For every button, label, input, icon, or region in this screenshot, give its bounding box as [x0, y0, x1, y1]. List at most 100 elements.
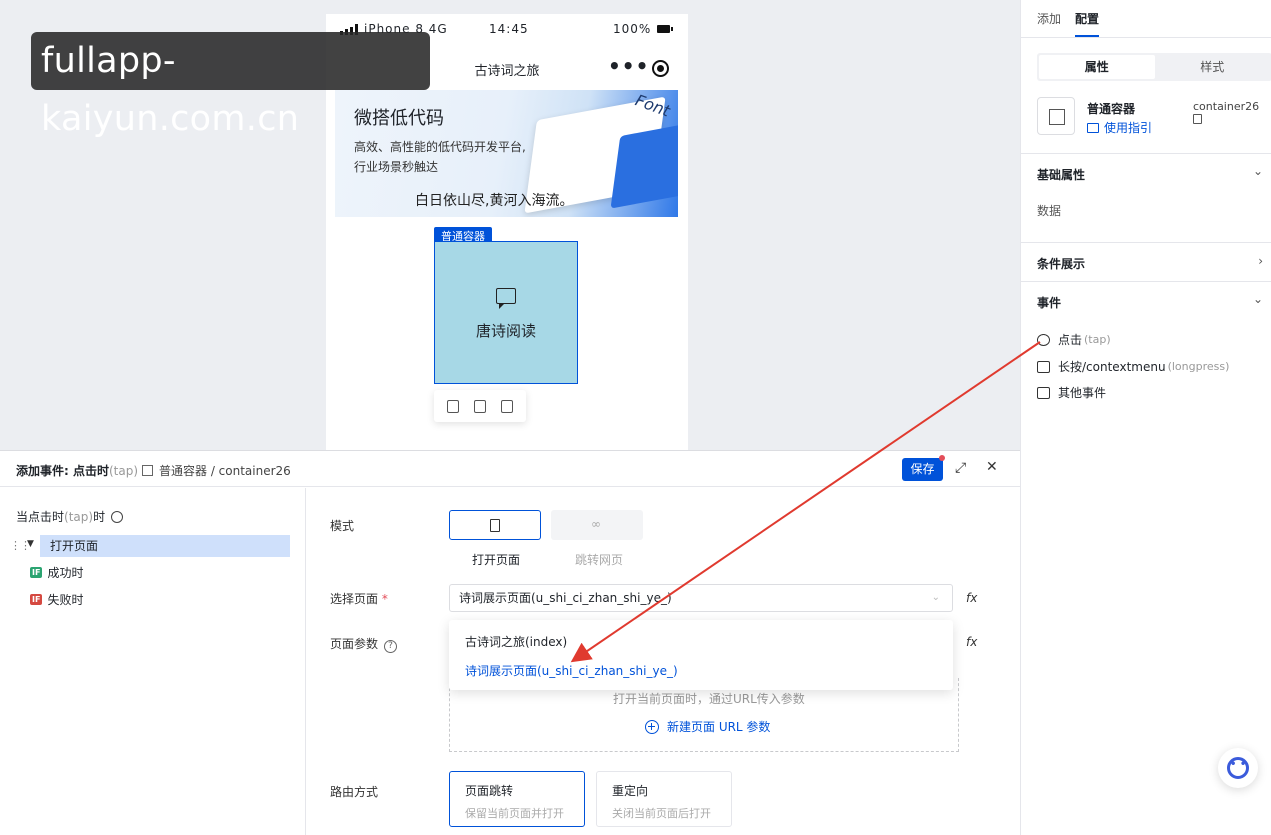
event-tap[interactable]: 点击 (tap): [1037, 331, 1111, 348]
branch-label: 成功时: [47, 566, 84, 580]
event-sub: (tap): [1084, 333, 1111, 346]
props-style-switch: 属性 样式: [1037, 53, 1271, 81]
route-desc: 关闭当前页面后打开: [612, 807, 711, 820]
fx-button[interactable]: fx: [966, 635, 977, 649]
battery-text: 100%: [613, 22, 652, 36]
page-select[interactable]: 诗词展示页面(u_shi_ci_zhan_shi_ye_) ⌄: [449, 584, 953, 612]
save-icon[interactable]: [447, 399, 460, 413]
battery-icon: [657, 25, 673, 33]
config-panel: 添加 配置 属性 样式 普通容器 container26 使用指引 基础属性 ⌄…: [1020, 0, 1271, 835]
event-label: 点击: [1058, 333, 1083, 347]
breadcrumb: 普通容器 / container26: [142, 462, 291, 479]
component-name: 普通容器: [1087, 102, 1136, 116]
document-icon: [490, 519, 500, 532]
close-icon[interactable]: ✕: [986, 459, 998, 475]
caret-down-icon[interactable]: ▼: [27, 539, 34, 549]
chevron-down-icon: ⌄: [931, 592, 940, 603]
params-label-text: 页面参数: [330, 637, 379, 651]
dropdown-option[interactable]: 古诗词之旅(index): [465, 633, 567, 650]
dialog-title-sub: (tap): [108, 464, 139, 478]
params-hint: 打开当前页面时，通过URL传入参数: [613, 692, 805, 706]
tree-root-text: 当点击时: [16, 510, 65, 524]
page-select-label: 选择页面 *: [330, 590, 388, 607]
panel-tabs: 添加 配置: [1037, 10, 1100, 37]
page-select-label-text: 选择页面: [330, 592, 379, 606]
tap-icon: [1037, 333, 1050, 346]
save-button[interactable]: 保存: [902, 458, 943, 481]
book-icon: [1087, 123, 1099, 133]
mode-open-page-card[interactable]: [449, 510, 541, 540]
if-fail-tag: IF: [30, 594, 43, 605]
dropdown-option-selected[interactable]: 诗词展示页面(u_shi_ci_zhan_shi_ye_): [465, 662, 678, 679]
mode-label: 模式: [330, 519, 355, 533]
segment-style[interactable]: 样式: [1155, 55, 1271, 79]
container-label: 唐诗阅读: [475, 322, 536, 340]
route-redirect-card[interactable]: 重定向 关闭当前页面后打开: [596, 771, 732, 827]
assistant-bot-icon[interactable]: [1218, 748, 1258, 788]
dialog-title: 添加事件: 点击时(tap): [16, 462, 138, 479]
guide-link[interactable]: 使用指引: [1087, 119, 1152, 136]
tree-branch-success[interactable]: IF 成功时: [30, 564, 83, 581]
params-label: 页面参数?: [330, 635, 398, 653]
calendar-icon: [1037, 360, 1050, 373]
capsule-close-icon[interactable]: [652, 60, 669, 77]
expand-icon[interactable]: ⤢: [955, 460, 966, 476]
container-icon: [142, 465, 153, 476]
event-label: 长按/contextmenu: [1058, 360, 1166, 374]
gear-icon[interactable]: [111, 510, 124, 523]
tree-root: 当点击时(tap)时: [16, 508, 124, 525]
component-toolbar: [434, 390, 526, 422]
divider: [1021, 153, 1271, 154]
component-id-text: container26: [1193, 100, 1260, 113]
add-param-text: 新建页面 URL 参数: [667, 720, 771, 734]
page-select-value: 诗词展示页面(u_shi_ci_zhan_shi_ye_): [459, 591, 672, 605]
section-basic-props[interactable]: 基础属性: [1037, 166, 1085, 183]
link-icon: ∞: [591, 517, 601, 531]
more-icon[interactable]: •••: [608, 54, 649, 78]
section-events[interactable]: 事件: [1037, 294, 1061, 311]
fx-button[interactable]: fx: [966, 591, 977, 605]
banner-desc-line1: 高效、高性能的低代码开发平台,: [354, 140, 526, 154]
tab-add[interactable]: 添加: [1037, 10, 1061, 37]
event-sub: (longpress): [1167, 360, 1230, 373]
banner-desc-line2: 行业场景秒触达: [354, 160, 439, 174]
banner-poem: 白日依山尽,黄河入海流。: [415, 193, 574, 209]
route-navigate-card[interactable]: 页面跳转 保留当前页面并打开: [449, 771, 585, 827]
watermark: fullapp-kaiyun.com.cn: [31, 32, 430, 139]
selected-container[interactable]: 唐诗阅读: [434, 241, 578, 384]
event-flow-tree: 当点击时(tap)时 ⋮⋮ ▼ 打开页面 IF 成功时 IF 失败时: [0, 488, 306, 835]
tree-branch-fail[interactable]: IF 失败时: [30, 591, 83, 608]
breadcrumb-text: 普通容器 / container26: [159, 464, 291, 478]
event-longpress[interactable]: 长按/contextmenu (longpress): [1037, 358, 1229, 375]
banner-image[interactable]: Font 微搭低代码 高效、高性能的低代码开发平台, 行业场景秒触达 白日依山尽…: [335, 90, 678, 217]
route-title: 页面跳转: [465, 784, 514, 798]
status-time: 14:45: [489, 22, 529, 36]
section-condition[interactable]: 条件展示: [1037, 255, 1085, 272]
help-icon[interactable]: ?: [384, 640, 398, 653]
segment-properties[interactable]: 属性: [1039, 55, 1155, 79]
chevron-down-icon[interactable]: ⌄: [1253, 292, 1263, 306]
required-mark: *: [381, 592, 388, 606]
event-other[interactable]: 其他事件: [1037, 384, 1106, 401]
copy-icon[interactable]: [1193, 114, 1202, 124]
divider: [1021, 37, 1271, 38]
banner-title: 微搭低代码: [354, 108, 444, 129]
route-desc: 保留当前页面并打开: [465, 807, 564, 820]
page-dropdown: 古诗词之旅(index) 诗词展示页面(u_shi_ci_zhan_shi_ye…: [449, 620, 953, 690]
chat-icon: [496, 288, 516, 309]
copy-icon[interactable]: [473, 399, 486, 413]
tab-config[interactable]: 配置: [1075, 10, 1100, 37]
route-title: 重定向: [612, 784, 649, 798]
mode-jump-web-card[interactable]: ∞: [551, 510, 643, 540]
divider: [1021, 242, 1271, 243]
chevron-right-icon[interactable]: ›: [1258, 254, 1263, 268]
mode-open-page-label: 打开页面: [472, 553, 521, 567]
delete-icon[interactable]: [500, 399, 513, 413]
add-param-button[interactable]: 新建页面 URL 参数: [645, 718, 770, 735]
dialog-title-text: 添加事件: 点击时: [16, 464, 109, 478]
tree-action-open-page[interactable]: 打开页面: [40, 535, 290, 557]
chevron-down-icon[interactable]: ⌄: [1253, 164, 1263, 178]
tree-root-suffix: 时: [93, 510, 106, 524]
data-label: 数据: [1037, 204, 1062, 218]
component-id: container26: [1193, 100, 1271, 126]
